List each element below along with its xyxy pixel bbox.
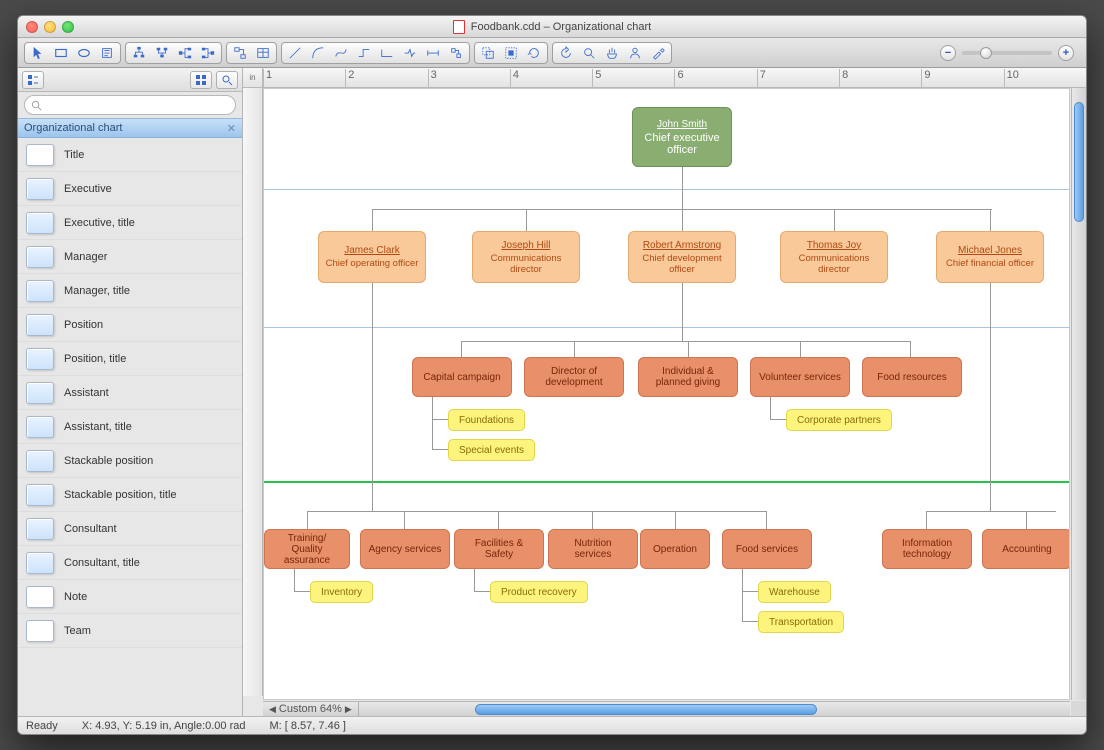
org-node-position[interactable]: Individual & planned giving bbox=[638, 357, 738, 397]
window-title: Foodbank.cdd – Organizational chart bbox=[18, 20, 1086, 34]
zoom-slider[interactable] bbox=[962, 51, 1052, 55]
horizontal-scrollbar[interactable]: ◀ Custom 64% ▶ bbox=[263, 701, 1070, 716]
resize-corner[interactable] bbox=[1071, 701, 1086, 716]
sidebar-section-header[interactable]: Organizational chart ✕ bbox=[18, 118, 242, 138]
org-node-manager[interactable]: James ClarkChief operating officer bbox=[318, 231, 426, 283]
org-node-assistant[interactable]: Product recovery bbox=[490, 581, 588, 603]
horizontal-ruler[interactable]: 12345678910 bbox=[263, 68, 1086, 88]
zoom-slider-group: − + bbox=[940, 45, 1074, 61]
text-tool[interactable] bbox=[97, 44, 117, 62]
container-tool[interactable] bbox=[501, 44, 521, 62]
vertical-ruler[interactable] bbox=[243, 88, 263, 696]
status-mouse: M: [ 8.57, 7.46 ] bbox=[270, 720, 346, 732]
line-tool[interactable] bbox=[285, 44, 305, 62]
app-window: Foodbank.cdd – Organizational chart bbox=[17, 15, 1087, 735]
shape-item-manager-title[interactable]: Manager, title bbox=[18, 274, 242, 308]
refresh-tool[interactable] bbox=[524, 44, 544, 62]
status-ready: Ready bbox=[26, 720, 58, 732]
org-node-position[interactable]: Operation bbox=[640, 529, 710, 569]
magnify-tool[interactable] bbox=[579, 44, 599, 62]
shape-search[interactable] bbox=[24, 95, 236, 115]
org-node-assistant[interactable]: Inventory bbox=[310, 581, 373, 603]
document-icon bbox=[453, 20, 465, 34]
org-node-position[interactable]: Accounting bbox=[982, 529, 1070, 569]
org-node-manager[interactable]: Joseph HillCommunications director bbox=[472, 231, 580, 283]
org-node-position[interactable]: Nutrition services bbox=[548, 529, 638, 569]
main-toolbar: − + bbox=[18, 38, 1086, 68]
dimension-tool[interactable] bbox=[423, 44, 443, 62]
org-node-position[interactable]: Agency services bbox=[360, 529, 450, 569]
canvas-area: in 12345678910 bbox=[243, 68, 1086, 716]
shape-item-manager[interactable]: Manager bbox=[18, 240, 242, 274]
smart-connector-tool[interactable] bbox=[446, 44, 466, 62]
org-node-assistant[interactable]: Warehouse bbox=[758, 581, 831, 603]
arc-tool[interactable] bbox=[308, 44, 328, 62]
org-node-manager[interactable]: Thomas JoyCommunications director bbox=[780, 231, 888, 283]
shape-item-stackable-title[interactable]: Stackable position, title bbox=[18, 478, 242, 512]
status-coords: X: 4.93, Y: 5.19 in, Angle:0.00 rad bbox=[82, 720, 246, 732]
status-bar: Ready X: 4.93, Y: 5.19 in, Angle:0.00 ra… bbox=[18, 716, 1086, 734]
search-icon bbox=[31, 100, 42, 111]
tree-tool-2[interactable] bbox=[152, 44, 172, 62]
drawing-canvas[interactable]: John Smith Chief executive officer James… bbox=[264, 89, 1069, 699]
org-node-assistant[interactable]: Transportation bbox=[758, 611, 844, 633]
org-node-position[interactable]: Volunteer services bbox=[750, 357, 850, 397]
shape-item-note[interactable]: Note bbox=[18, 580, 242, 614]
rotate-tool[interactable] bbox=[556, 44, 576, 62]
org-node-position[interactable]: Capital campaign bbox=[412, 357, 512, 397]
org-node-position[interactable]: Training/ Quality assurance bbox=[264, 529, 350, 569]
rect-tool[interactable] bbox=[51, 44, 71, 62]
org-node-position[interactable]: Facilities & Safety bbox=[454, 529, 544, 569]
vertical-scrollbar[interactable] bbox=[1071, 88, 1086, 700]
ruler-unit[interactable]: in bbox=[243, 68, 263, 88]
shape-list: Title Executive Executive, title Manager… bbox=[18, 138, 242, 716]
shape-item-team[interactable]: Team bbox=[18, 614, 242, 648]
eyedropper-tool[interactable] bbox=[648, 44, 668, 62]
org-node-position[interactable]: Food services bbox=[722, 529, 812, 569]
org-node-manager[interactable]: Michael JonesChief financial officer bbox=[936, 231, 1044, 283]
zoom-in-button[interactable]: + bbox=[1058, 45, 1074, 61]
shape-item-executive[interactable]: Executive bbox=[18, 172, 242, 206]
shape-item-consultant[interactable]: Consultant bbox=[18, 512, 242, 546]
org-node-position[interactable]: Director of development bbox=[524, 357, 624, 397]
auto-layout-tool[interactable] bbox=[230, 44, 250, 62]
tree-tool-3[interactable] bbox=[175, 44, 195, 62]
connector-tool-2[interactable] bbox=[377, 44, 397, 62]
zoom-indicator[interactable]: ◀ Custom 64% ▶ bbox=[263, 702, 359, 717]
org-node-assistant[interactable]: Special events bbox=[448, 439, 535, 461]
table-tool[interactable] bbox=[253, 44, 273, 62]
titlebar[interactable]: Foodbank.cdd – Organizational chart bbox=[18, 16, 1086, 38]
pan-tool[interactable] bbox=[602, 44, 622, 62]
shape-item-consultant-title[interactable]: Consultant, title bbox=[18, 546, 242, 580]
connector-tool-1[interactable] bbox=[354, 44, 374, 62]
ellipse-tool[interactable] bbox=[74, 44, 94, 62]
tree-tool-4[interactable] bbox=[198, 44, 218, 62]
pointer-tool[interactable] bbox=[28, 44, 48, 62]
shape-item-stackable[interactable]: Stackable position bbox=[18, 444, 242, 478]
zoom-out-button[interactable]: − bbox=[940, 45, 956, 61]
connector-tool-3[interactable] bbox=[400, 44, 420, 62]
shape-item-title[interactable]: Title bbox=[18, 138, 242, 172]
org-node-assistant[interactable]: Corporate partners bbox=[786, 409, 892, 431]
shape-item-assistant-title[interactable]: Assistant, title bbox=[18, 410, 242, 444]
org-node-ceo[interactable]: John Smith Chief executive officer bbox=[632, 107, 732, 167]
org-node-position[interactable]: Food resources bbox=[862, 357, 962, 397]
sidebar-view-toggle-1[interactable] bbox=[22, 71, 44, 89]
person-tool[interactable] bbox=[625, 44, 645, 62]
shape-item-executive-title[interactable]: Executive, title bbox=[18, 206, 242, 240]
group-tool[interactable] bbox=[478, 44, 498, 62]
shape-item-assistant[interactable]: Assistant bbox=[18, 376, 242, 410]
close-section-icon[interactable]: ✕ bbox=[227, 122, 236, 135]
spline-tool[interactable] bbox=[331, 44, 351, 62]
shape-item-position[interactable]: Position bbox=[18, 308, 242, 342]
shape-item-position-title[interactable]: Position, title bbox=[18, 342, 242, 376]
sidebar-view-toggle-2[interactable] bbox=[190, 71, 212, 89]
shapes-sidebar: Organizational chart ✕ Title Executive E… bbox=[18, 68, 243, 716]
sidebar-search-button[interactable] bbox=[216, 71, 238, 89]
tree-tool-1[interactable] bbox=[129, 44, 149, 62]
org-node-position[interactable]: Information technology bbox=[882, 529, 972, 569]
org-node-manager[interactable]: Robert ArmstrongChief development office… bbox=[628, 231, 736, 283]
org-node-assistant[interactable]: Foundations bbox=[448, 409, 525, 431]
